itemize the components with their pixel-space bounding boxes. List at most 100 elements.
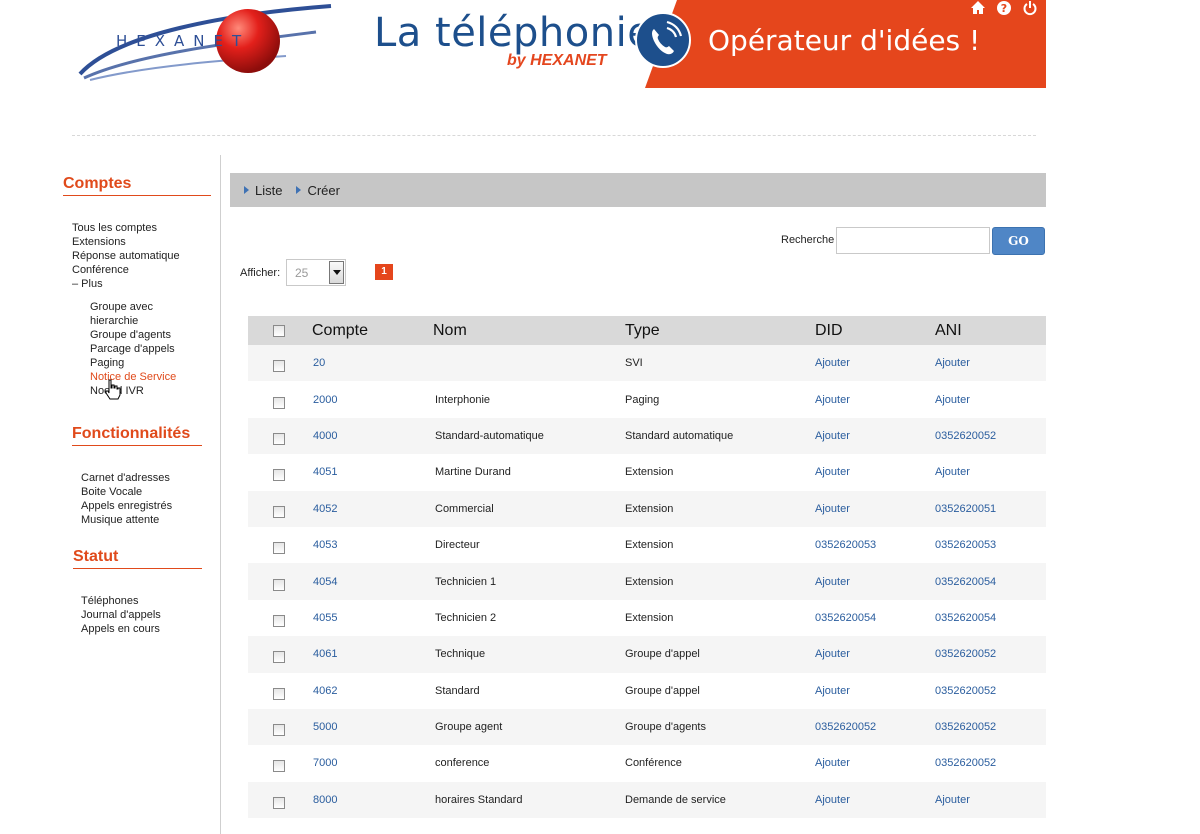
cell-ani-link[interactable]: 0352620052 (935, 745, 996, 781)
cell-did-link[interactable]: 0352620053 (815, 527, 876, 563)
cell-ani-link[interactable]: 0352620051 (935, 491, 996, 527)
row-checkbox[interactable] (273, 614, 285, 627)
cell-ani-link[interactable]: 0352620054 (935, 563, 996, 599)
cell-did-link[interactable]: Ajouter (815, 745, 850, 781)
tab-creer[interactable]: Créer (296, 183, 340, 198)
cell-ani-link[interactable]: 0352620052 (935, 636, 996, 672)
hexanet-logo[interactable]: HEXANET (76, 4, 336, 84)
row-checkbox[interactable] (273, 796, 285, 809)
cell-ani-link[interactable]: Ajouter (935, 381, 970, 417)
cell-did-link[interactable]: Ajouter (815, 636, 850, 672)
cell-did-link[interactable]: Ajouter (815, 491, 850, 527)
chevron-down-icon[interactable] (329, 261, 344, 284)
cell-did-link[interactable]: Ajouter (815, 454, 850, 490)
sidebar-item-appels-en-cours[interactable]: Appels en cours (81, 622, 161, 636)
sidebar-subitem-groupe-avec-hierarchie[interactable]: Groupe avec hierarchie (90, 300, 170, 328)
cell-compte-link[interactable]: 20 (313, 345, 325, 381)
table-row: 2000 Interphonie Paging Ajouter Ajouter (248, 381, 1046, 418)
go-button[interactable]: GO (992, 227, 1045, 255)
sidebar-item-musique-attente[interactable]: Musique attente (81, 513, 172, 527)
column-header-type[interactable]: Type (625, 316, 660, 345)
cell-type: Paging (625, 393, 660, 406)
cell-did-link[interactable]: 0352620052 (815, 709, 876, 745)
sidebar-item-conference[interactable]: Conférence (72, 263, 180, 277)
cell-compte-link[interactable]: 2000 (313, 381, 337, 417)
table-row: 7000 conference Conférence Ajouter 035262005… (248, 745, 1046, 782)
sidebar-sublist-plus: Groupe avec hierarchie Groupe d'agents P… (72, 300, 180, 398)
cell-compte-link[interactable]: 4053 (313, 527, 337, 563)
sidebar-subitem-groupe-d-agents[interactable]: Groupe d'agents (90, 328, 180, 342)
sidebar-item-appels-enregistres[interactable]: Appels enregistrés (81, 499, 172, 513)
row-select-cell (273, 636, 285, 672)
cell-did-link[interactable]: Ajouter (815, 381, 850, 417)
row-checkbox[interactable] (273, 505, 285, 518)
cell-ani-link[interactable]: 0352620054 (935, 600, 996, 636)
select-all-checkbox[interactable] (273, 324, 285, 337)
column-header-compte[interactable]: Compte (312, 316, 368, 345)
column-header-did[interactable]: DID (815, 316, 843, 345)
sidebar-item-carnet-d-adresses[interactable]: Carnet d'adresses (81, 471, 172, 485)
column-header-nom[interactable]: Nom (433, 316, 467, 345)
cell-compte-link[interactable]: 8000 (313, 782, 337, 818)
power-icon[interactable] (1022, 0, 1038, 16)
row-checkbox[interactable] (273, 542, 285, 555)
row-select-cell (273, 782, 285, 818)
cell-compte-link[interactable]: 4062 (313, 673, 337, 709)
row-checkbox[interactable] (273, 469, 285, 482)
search-input[interactable] (836, 227, 990, 254)
cell-compte-link[interactable]: 5000 (313, 709, 337, 745)
sidebar-subitem-paging[interactable]: Paging (90, 356, 180, 370)
cell-compte-link[interactable]: 4052 (313, 491, 337, 527)
cell-compte-link[interactable]: 4061 (313, 636, 337, 672)
row-checkbox[interactable] (273, 360, 285, 373)
table-row: 4052 Commercial Extension Ajouter 0352620051 (248, 490, 1046, 527)
row-checkbox[interactable] (273, 396, 285, 409)
cell-did-link[interactable]: Ajouter (815, 563, 850, 599)
sidebar-item-extensions[interactable]: Extensions (72, 235, 180, 249)
cell-ani-link[interactable]: 0352620052 (935, 709, 996, 745)
sidebar-subitem-parcage-d-appels[interactable]: Parcage d'appels (90, 342, 180, 356)
cell-ani-link[interactable]: 0352620052 (935, 673, 996, 709)
page-button-current[interactable]: 1 (375, 264, 393, 280)
cell-ani-link[interactable]: 0352620052 (935, 418, 996, 454)
row-checkbox[interactable] (273, 578, 285, 591)
cell-nom: Martine Durand (435, 466, 511, 479)
cell-did-link[interactable]: 0352620054 (815, 600, 876, 636)
row-checkbox[interactable] (273, 760, 285, 773)
cell-compte-link[interactable]: 4000 (313, 418, 337, 454)
row-checkbox[interactable] (273, 687, 285, 700)
sidebar-item-journal-d-appels[interactable]: Journal d'appels (81, 608, 161, 622)
sidebar-item-plus-toggle[interactable]: – Plus (72, 277, 180, 291)
cell-did-link[interactable]: Ajouter (815, 673, 850, 709)
cell-ani-link[interactable]: Ajouter (935, 454, 970, 490)
cell-compte-link[interactable]: 4054 (313, 563, 337, 599)
cell-did-link[interactable]: Ajouter (815, 782, 850, 818)
row-select-cell (273, 454, 285, 490)
sidebar-item-tous-les-comptes[interactable]: Tous les comptes (72, 221, 180, 235)
tab-liste[interactable]: Liste (244, 183, 282, 198)
cell-nom: horaires Standard (435, 793, 523, 806)
column-header-ani[interactable]: ANI (935, 316, 962, 345)
row-checkbox[interactable] (273, 651, 285, 664)
sidebar-item-reponse-automatique[interactable]: Réponse automatique (72, 249, 180, 263)
cell-type: Extension (625, 502, 674, 515)
cell-did-link[interactable]: Ajouter (815, 418, 850, 454)
hand-cursor-icon (104, 379, 122, 401)
sidebar-item-telephones[interactable]: Téléphones (81, 594, 161, 608)
per-page-select[interactable]: 25 (286, 259, 346, 286)
cell-compte-link[interactable]: 4055 (313, 600, 337, 636)
cell-compte-link[interactable]: 4051 (313, 454, 337, 490)
help-icon[interactable]: ? (996, 0, 1012, 16)
row-checkbox[interactable] (273, 432, 285, 445)
cell-compte-link[interactable]: 7000 (313, 745, 337, 781)
cell-ani-link[interactable]: Ajouter (935, 782, 970, 818)
sidebar-item-boite-vocale[interactable]: Boite Vocale (81, 485, 172, 499)
cell-ani-link[interactable]: 0352620053 (935, 527, 996, 563)
home-icon[interactable] (970, 0, 986, 16)
cell-nom: Standard-automatique (435, 429, 544, 442)
cell-ani-link[interactable]: Ajouter (935, 345, 970, 381)
row-select-cell (273, 709, 285, 745)
row-checkbox[interactable] (273, 724, 285, 737)
cell-nom: Commercial (435, 502, 494, 515)
cell-did-link[interactable]: Ajouter (815, 345, 850, 381)
